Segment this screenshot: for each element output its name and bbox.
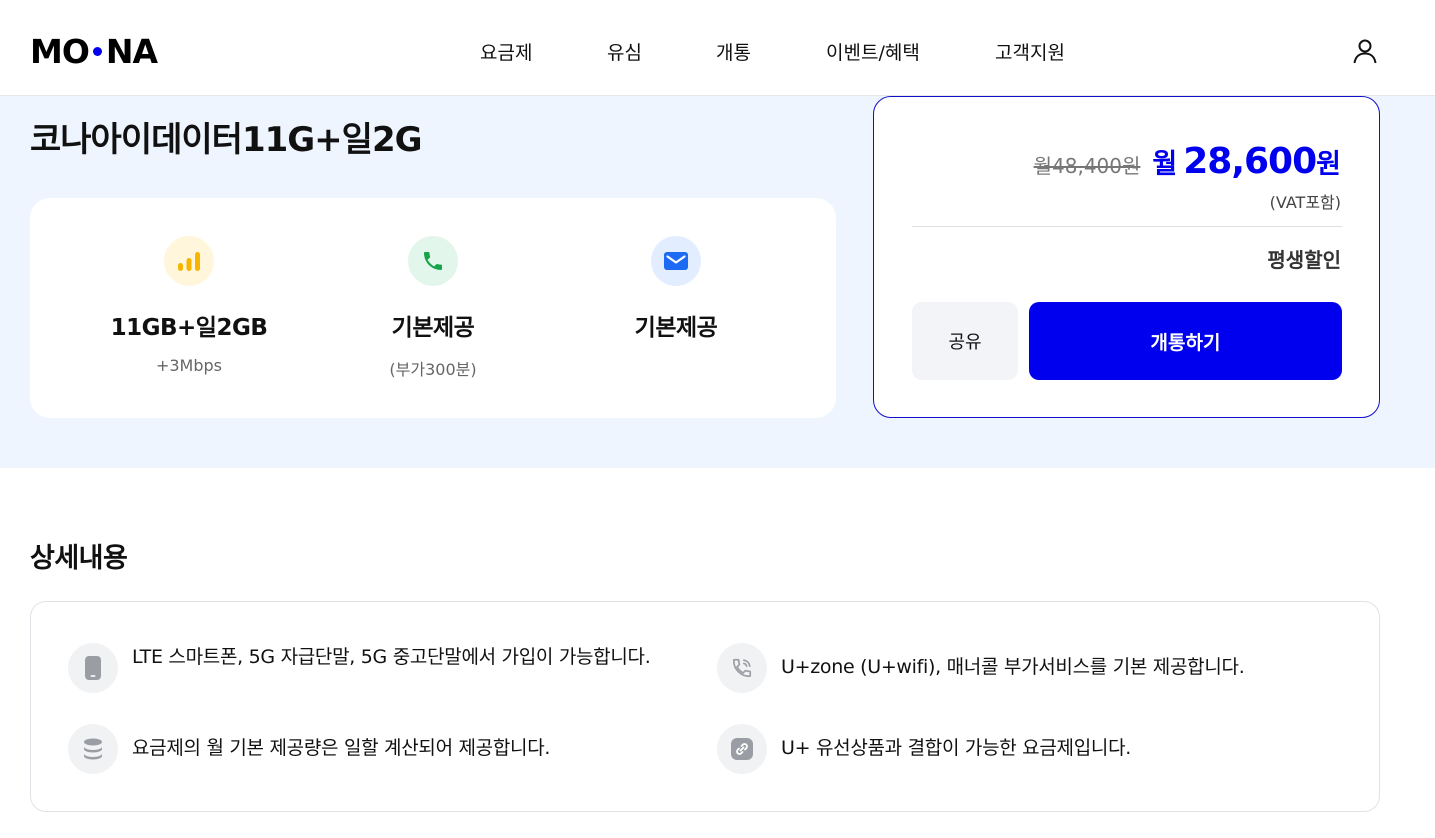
nav-item-activation[interactable]: 개통 bbox=[716, 38, 751, 65]
feature-title: 기본제공 bbox=[634, 315, 718, 341]
phone-call-icon bbox=[717, 643, 767, 693]
feature-sms: 기본제공 bbox=[566, 198, 786, 418]
price-row: 월48,400원 월 28,600 원 bbox=[1034, 141, 1341, 182]
original-price: 월48,400원 bbox=[1033, 154, 1141, 178]
feature-card: 11GB+일2GB +3Mbps 기본제공 (부가300분) 기본제공 bbox=[30, 198, 836, 418]
signal-bars-icon bbox=[164, 236, 214, 286]
detail-item: U+zone (U+wifi), 매너콜 부가서비스를 기본 제공합니다. bbox=[717, 643, 1245, 693]
nav-item-support[interactable]: 고객지원 bbox=[995, 38, 1065, 65]
details-box: LTE 스마트폰, 5G 자급단말, 5G 중고단말에서 가입이 가능합니다. … bbox=[30, 601, 1380, 812]
mail-icon bbox=[651, 236, 701, 286]
feature-data: 11GB+일2GB +3Mbps bbox=[79, 198, 299, 418]
detail-text: 요금제의 월 기본 제공량은 일할 계산되어 제공합니다. bbox=[132, 737, 551, 759]
detail-item: LTE 스마트폰, 5G 자급단말, 5G 중고단말에서 가입이 가능합니다. bbox=[68, 643, 688, 693]
sale-price: 28,600 bbox=[1183, 141, 1317, 182]
nav-item-events[interactable]: 이벤트/혜택 bbox=[826, 38, 920, 65]
feature-sub: +3Mbps bbox=[155, 356, 223, 375]
detail-item: U+ 유선상품과 결합이 가능한 요금제입니다. bbox=[717, 724, 1131, 774]
month-label: 월 bbox=[1152, 149, 1178, 180]
nav-item-usim[interactable]: 유심 bbox=[607, 38, 642, 65]
vat-note: (VAT포함) bbox=[1269, 193, 1341, 212]
detail-item: 요금제의 월 기본 제공량은 일할 계산되어 제공합니다. bbox=[68, 724, 550, 774]
nav-item-plans[interactable]: 요금제 bbox=[480, 38, 532, 65]
feature-title: 기본제공 bbox=[391, 315, 475, 341]
user-icon[interactable] bbox=[1351, 37, 1379, 65]
discount-label: 평생할인 bbox=[1267, 248, 1341, 272]
detail-text: LTE 스마트폰, 5G 자급단말, 5G 중고단말에서 가입이 가능합니다. bbox=[132, 646, 651, 668]
database-icon bbox=[68, 724, 118, 774]
feature-voice: 기본제공 (부가300분) bbox=[323, 198, 543, 418]
phone-icon bbox=[408, 236, 458, 286]
smartphone-icon bbox=[68, 643, 118, 693]
activate-button[interactable]: 개통하기 bbox=[1029, 302, 1342, 380]
price-divider bbox=[912, 226, 1342, 227]
header: MO NA 요금제 유심 개통 이벤트/혜택 고객지원 bbox=[0, 0, 1435, 96]
currency-label: 원 bbox=[1316, 149, 1341, 180]
share-button[interactable]: 공유 bbox=[912, 302, 1018, 380]
price-card: 월48,400원 월 28,600 원 (VAT포함) 평생할인 공유 개통하기 bbox=[873, 96, 1380, 418]
feature-title: 11GB+일2GB bbox=[110, 315, 268, 341]
link-icon bbox=[717, 724, 767, 774]
details-title: 상세내용 bbox=[30, 543, 128, 574]
detail-text: U+ 유선상품과 결합이 가능한 요금제입니다. bbox=[781, 737, 1131, 759]
detail-text: U+zone (U+wifi), 매너콜 부가서비스를 기본 제공합니다. bbox=[781, 656, 1245, 678]
feature-sub: (부가300분) bbox=[389, 360, 477, 379]
plan-title: 코나아이데이터11G+일2G bbox=[30, 120, 423, 160]
main-nav: 요금제 유심 개통 이벤트/혜택 고객지원 bbox=[0, 38, 1435, 66]
